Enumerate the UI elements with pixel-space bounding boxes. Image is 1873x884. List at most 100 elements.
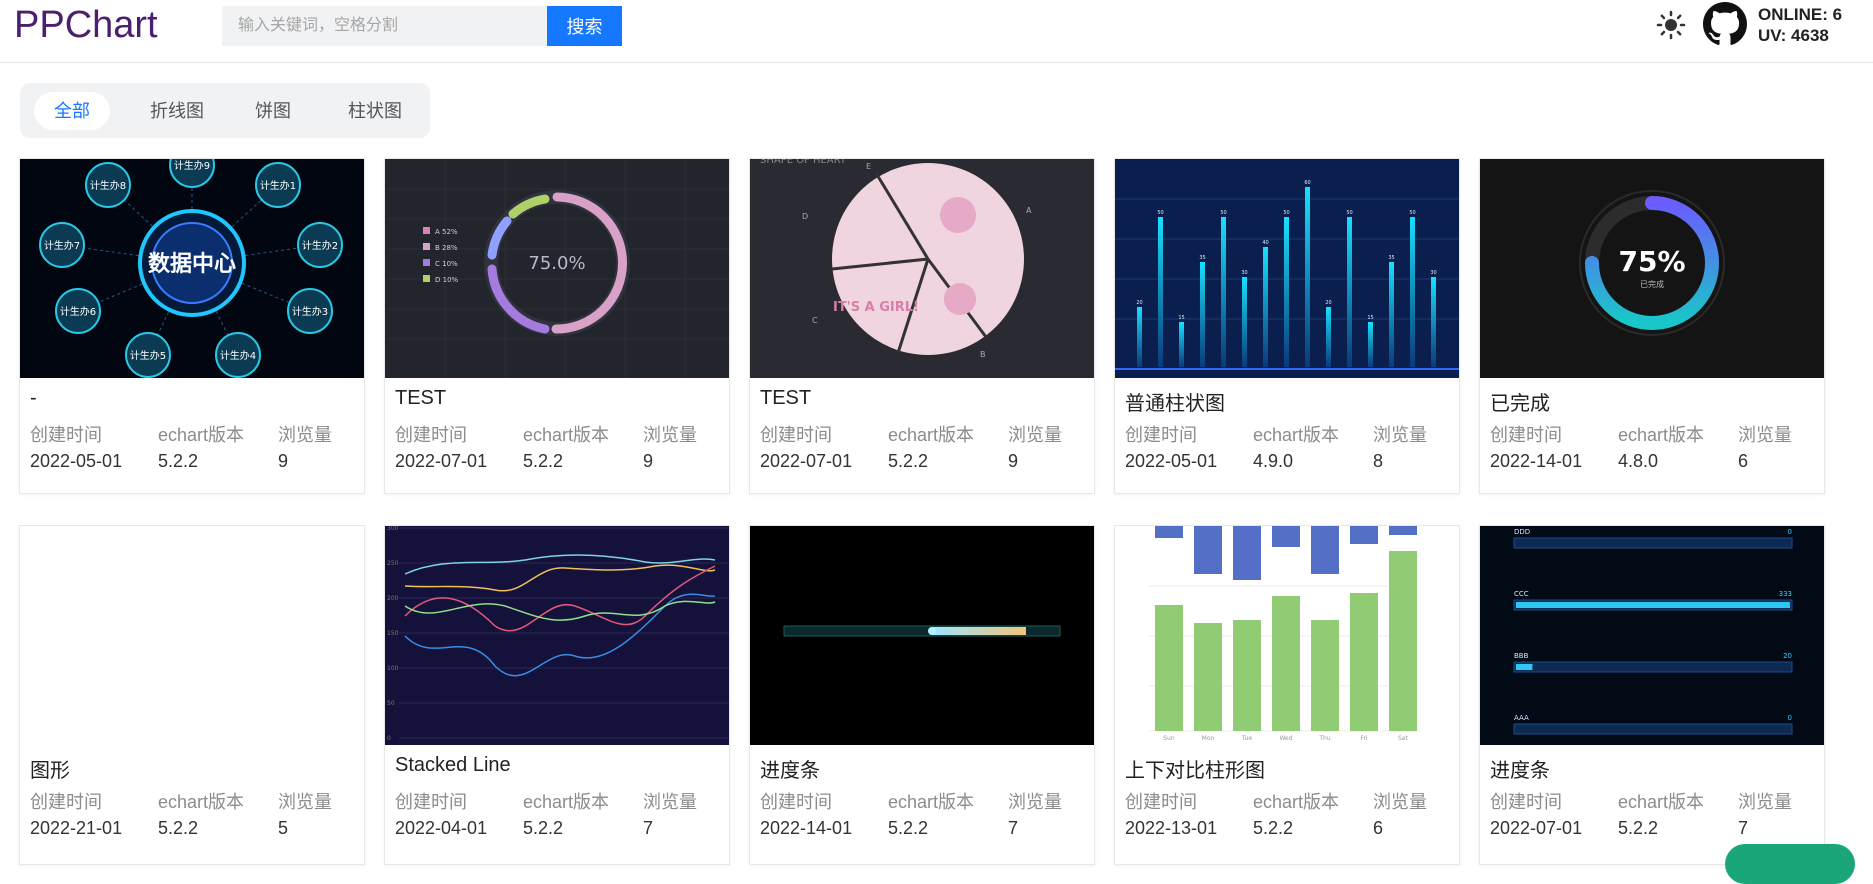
node-label: 计生办2: [302, 239, 338, 252]
y-tick-label: 300: [387, 526, 399, 532]
top-bar: PPChart 搜索 ONLINE: 6 UV: 4638: [0, 0, 1873, 63]
node-label: 计生办4: [220, 349, 256, 362]
slice-label: D: [802, 212, 808, 221]
chart-card[interactable]: 75% 已完成 已完成 创建时间 echart版本 浏览量 2022-14-01 4.…: [1479, 158, 1825, 494]
views-label: 浏览量: [278, 425, 332, 445]
chart-thumbnail: 20 50 15 35 50 30 40 50 60 20 50 15 35 50 30: [1115, 159, 1459, 378]
multi-progress-thumb: DDD 0 CCC 333 BBB 20 AAA 0: [1480, 526, 1824, 745]
created-date: 2022-05-01: [1125, 451, 1218, 471]
compare-bar-thumb: Sun Mon Tue Wed Thu Fri Sat: [1115, 526, 1459, 745]
bar-value-label: 35: [1388, 255, 1394, 261]
slice-label: E: [866, 162, 871, 171]
y-tick-label: 0: [387, 735, 391, 742]
chart-card[interactable]: 数据中心 计生办9 计生办1 计生办2 计生办3 计生办4 计生办5 计生办6 计生办7 计生办…: [19, 158, 365, 494]
view-count: 8: [1373, 451, 1384, 471]
view-count: 9: [278, 451, 289, 471]
bar-value-label: 50: [1283, 210, 1289, 216]
bar-value-label: 15: [1178, 315, 1184, 321]
row-track: [1513, 723, 1793, 735]
search-button[interactable]: 搜索: [547, 6, 622, 46]
stacked-line-thumb: 300 250 200 150 100 50 0: [385, 526, 729, 745]
logo[interactable]: PPChart: [14, 4, 158, 47]
day-label: Thu: [1318, 735, 1330, 742]
created-label: 创建时间: [30, 792, 102, 812]
chart-card[interactable]: Sun Mon Tue Wed Thu Fri Sat 上下对比柱形图 创建时间 echart…: [1114, 525, 1460, 865]
top-bar: [1389, 526, 1417, 535]
chart-card[interactable]: SHAPE OF HEART IT'S A GIRL! A B C D E TEST 创…: [749, 158, 1095, 494]
data-center-thumb: 数据中心 计生办9 计生办1 计生办2 计生办3 计生办4 计生办5 计生办6 计生办7 计生办…: [20, 159, 364, 378]
bar-value-label: 20: [1136, 300, 1142, 306]
views-label: 浏览量: [1738, 425, 1792, 445]
echart-version: 5.2.2: [158, 818, 199, 838]
slice-label: B: [980, 350, 986, 359]
created-date: 2022-07-01: [1490, 818, 1583, 838]
bottom-bar: [1350, 593, 1378, 731]
echart-version: 5.2.2: [523, 451, 564, 471]
github-icon[interactable]: [1703, 2, 1747, 46]
echart-version: 5.2.2: [888, 818, 929, 838]
row-track: [1513, 661, 1793, 673]
floating-action-button[interactable]: [1725, 844, 1855, 884]
created-label: 创建时间: [1490, 792, 1562, 812]
bar: [1431, 277, 1436, 367]
created-date: 2022-04-01: [395, 818, 488, 838]
echart-version: 5.2.2: [158, 451, 199, 471]
version-label: echart版本: [1253, 792, 1340, 812]
bar-value-label: 60: [1304, 180, 1310, 186]
ring-value: 75.0%: [528, 253, 585, 274]
view-count: 9: [643, 451, 654, 471]
bottom-bar: [1389, 551, 1417, 731]
created-label: 创建时间: [395, 425, 467, 445]
online-count: ONLINE: 6: [1758, 5, 1843, 24]
row-fill: [1516, 602, 1790, 608]
tab-all[interactable]: 全部: [34, 92, 110, 130]
search-bar: 搜索: [222, 6, 622, 46]
legend-swatch: [423, 227, 430, 234]
bar: [1158, 217, 1163, 367]
chart-thumbnail: 75% 已完成: [1480, 159, 1824, 378]
bar-value-label: 50: [1409, 210, 1415, 216]
thumb-text: IT'S A GIRL!: [833, 300, 919, 315]
bar: [1263, 247, 1268, 367]
version-label: echart版本: [888, 425, 975, 445]
tab-line[interactable]: 折线图: [132, 92, 222, 130]
slice-label: A: [1026, 206, 1032, 215]
heart-pie-thumb: SHAPE OF HEART IT'S A GIRL! A B C D E: [750, 159, 1094, 378]
bar-value-label: 30: [1241, 270, 1247, 276]
bar-value-label: 35: [1199, 255, 1205, 261]
top-bar: [1272, 526, 1300, 547]
chart-card[interactable]: 20 50 15 35 50 30 40 50 60 20 50 15 35 50 30 普通柱状图 创建时…: [1114, 158, 1460, 494]
category-tabs: 全部 折线图 饼图 柱状图: [20, 83, 430, 138]
card-title: Stacked Line: [395, 754, 511, 776]
row-value: 0: [1788, 528, 1792, 536]
chart-card[interactable]: 300 250 200 150 100 50 0 Stacked Line 创建时间 echa…: [384, 525, 730, 865]
bar: [1347, 217, 1352, 367]
card-title: TEST: [760, 387, 812, 409]
chart-thumbnail: 数据中心 计生办9 计生办1 计生办2 计生办3 计生办4 计生办5 计生办6 计生办7 计生办…: [20, 159, 364, 378]
blank-thumb: [20, 526, 364, 745]
theme-toggle-icon[interactable]: [1656, 10, 1686, 40]
row-value: 0: [1788, 714, 1792, 722]
bottom-bar: [1194, 623, 1222, 731]
chart-thumbnail: SHAPE OF HEART IT'S A GIRL! A B C D E: [750, 159, 1094, 378]
views-label: 浏览量: [1373, 792, 1427, 812]
thumb-heading: SHAPE OF HEART: [760, 159, 847, 166]
y-tick-label: 50: [387, 700, 395, 707]
card-title: TEST: [395, 387, 447, 409]
bar: [1305, 187, 1310, 367]
chart-card[interactable]: 75.0% A 52% B 28% C 10% D 10% TEST 创建时间 echa…: [384, 158, 730, 494]
echart-version: 5.2.2: [1618, 818, 1659, 838]
day-label: Wed: [1279, 735, 1292, 742]
gauge-label: 已完成: [1640, 279, 1664, 289]
chart-card[interactable]: 图形 创建时间 echart版本 浏览量 2022-21-01 5.2.2 5: [19, 525, 365, 865]
chart-card[interactable]: DDD 0 CCC 333 BBB 20 AAA 0 进度条 创建时间 echart版本 浏览量 …: [1479, 525, 1825, 865]
node-label: 计生办7: [44, 239, 80, 252]
search-input[interactable]: [222, 6, 547, 46]
card-title: 图形: [30, 760, 70, 782]
tab-pie[interactable]: 饼图: [238, 92, 308, 130]
row-name: AAA: [1514, 714, 1529, 722]
row-track: [1513, 537, 1793, 549]
chart-card[interactable]: 进度条 创建时间 echart版本 浏览量 2022-14-01 5.2.2 7: [749, 525, 1095, 865]
y-tick-label: 150: [387, 630, 399, 637]
tab-bar[interactable]: 柱状图: [330, 92, 420, 130]
